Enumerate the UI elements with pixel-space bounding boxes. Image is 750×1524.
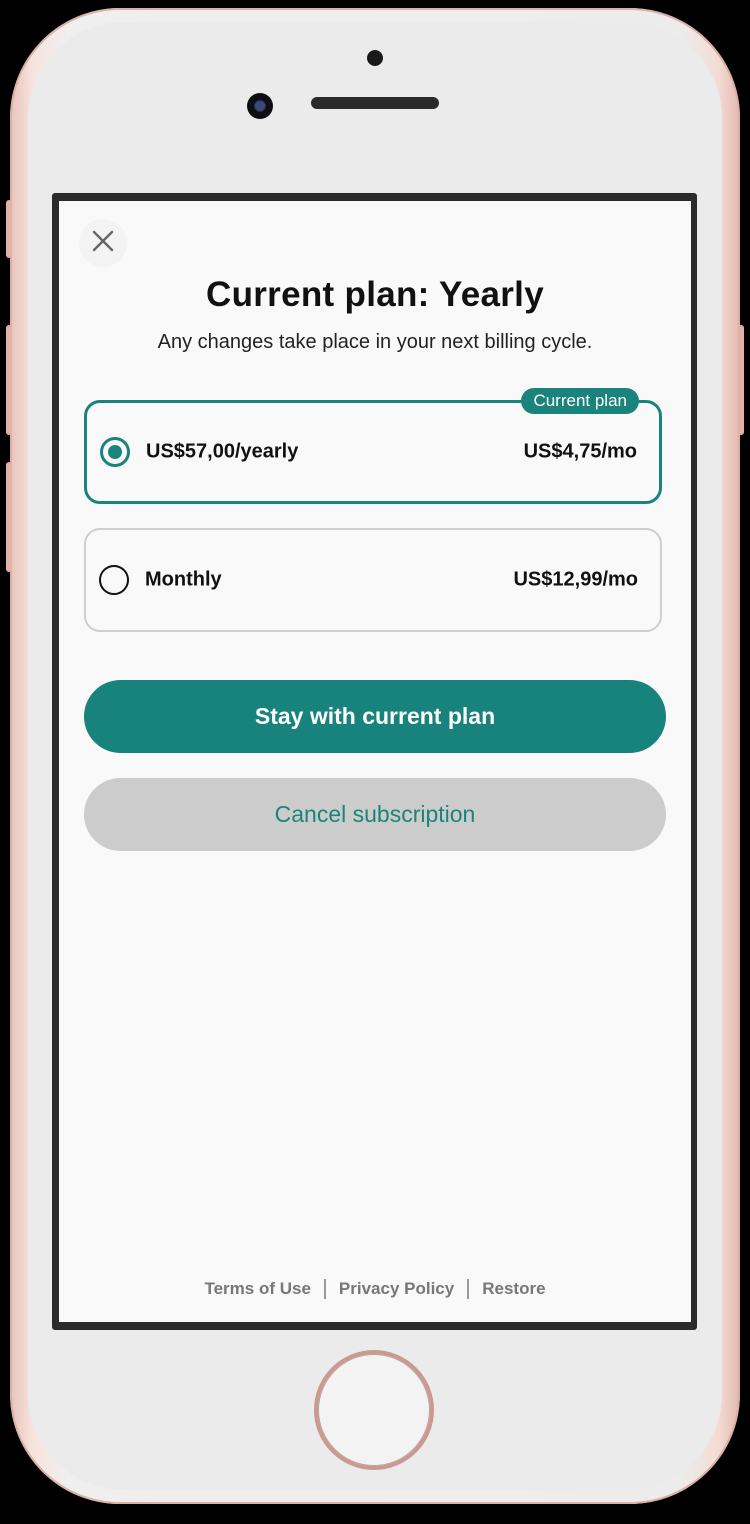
earpiece-speaker: [311, 97, 439, 109]
subscription-screen: Current plan: Yearly Any changes take pl…: [59, 201, 691, 1322]
close-button[interactable]: [79, 219, 127, 267]
footer-links: Terms of Use Privacy Policy Restore: [59, 1279, 691, 1299]
page-title: Current plan: Yearly: [206, 275, 544, 314]
page-subtitle: Any changes take place in your next bill…: [157, 331, 593, 353]
plan-label: Monthly: [145, 568, 222, 591]
plan-option-yearly[interactable]: Current plan US$57,00/yearly US$4,75/mo: [84, 388, 662, 504]
cancel-subscription-button[interactable]: Cancel subscription: [84, 778, 666, 851]
proximity-sensor: [367, 50, 383, 66]
footer-divider: [467, 1279, 470, 1299]
footer-divider: [323, 1279, 326, 1299]
plan-monthly-price: US$12,99/mo: [513, 568, 638, 591]
stay-with-current-plan-button[interactable]: Stay with current plan: [84, 680, 666, 753]
volume-up-button: [6, 325, 12, 435]
home-button[interactable]: [318, 1354, 430, 1466]
radio-selected-icon[interactable]: [100, 437, 130, 467]
privacy-policy-link[interactable]: Privacy Policy: [339, 1279, 454, 1299]
terms-of-use-link[interactable]: Terms of Use: [204, 1279, 310, 1299]
close-icon: [92, 230, 114, 257]
power-button: [738, 325, 744, 435]
plan-monthly-price: US$4,75/mo: [523, 440, 637, 463]
current-plan-badge: Current plan: [521, 388, 639, 414]
radio-unselected-icon[interactable]: [99, 565, 129, 595]
volume-down-button: [6, 462, 12, 572]
front-camera: [247, 93, 273, 119]
plan-option-monthly[interactable]: Monthly US$12,99/mo: [84, 528, 662, 632]
restore-link[interactable]: Restore: [482, 1279, 545, 1299]
mute-switch: [6, 200, 12, 258]
plan-label: US$57,00/yearly: [146, 440, 299, 463]
